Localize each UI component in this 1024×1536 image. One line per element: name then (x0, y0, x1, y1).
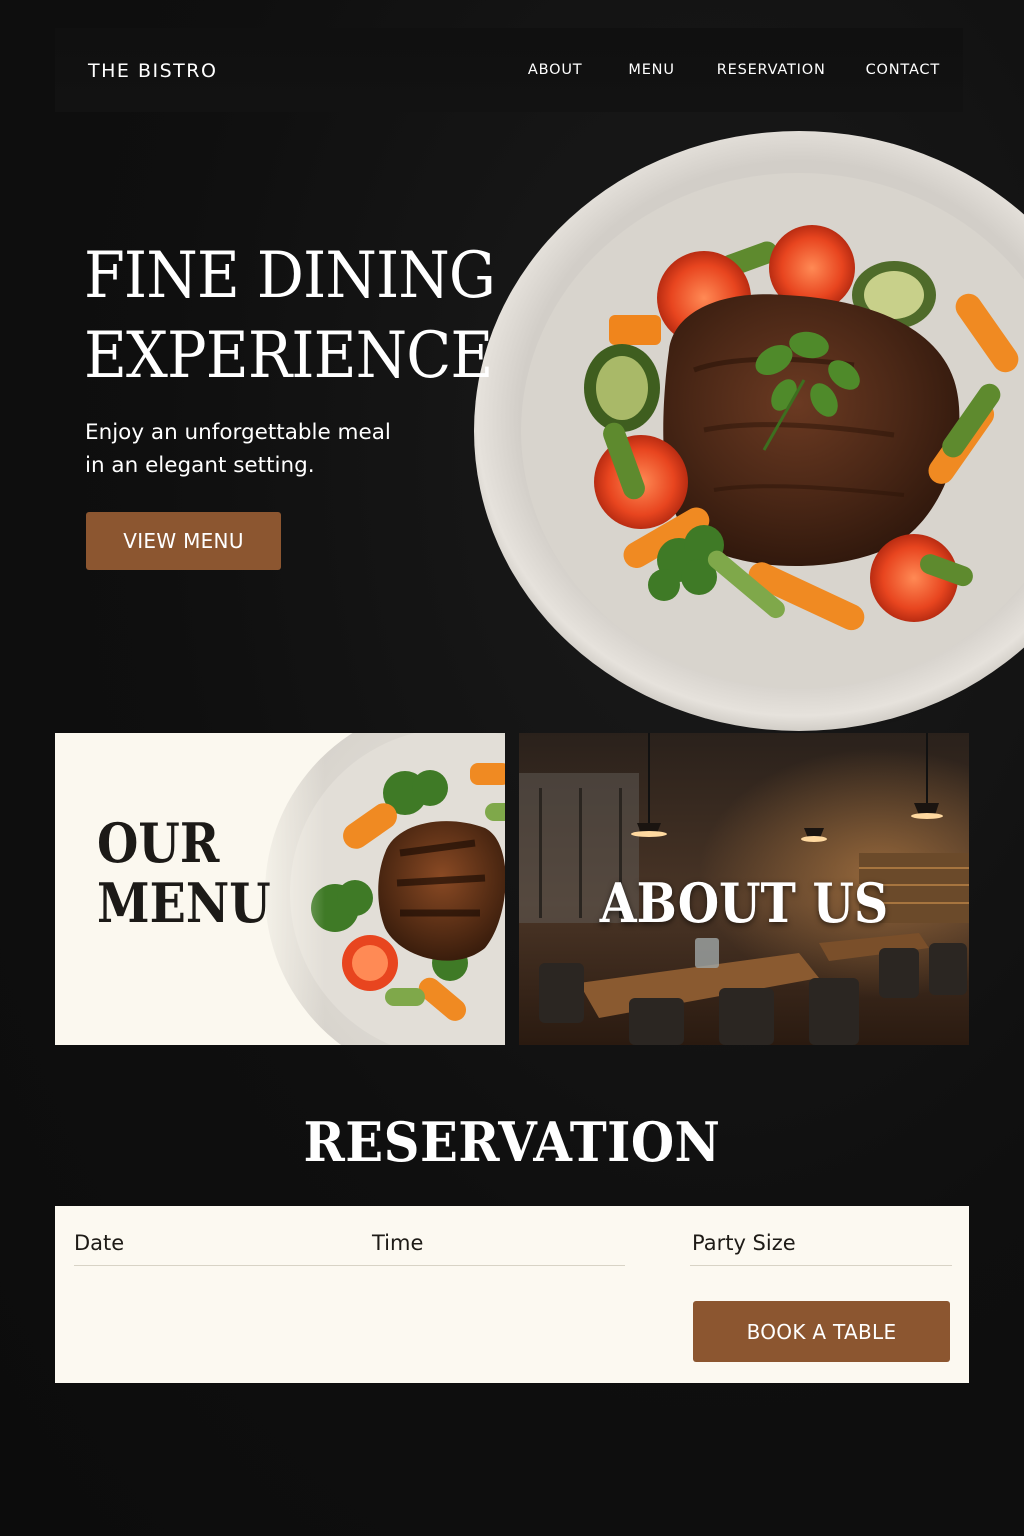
time-label: Time (372, 1231, 424, 1255)
view-menu-button[interactable]: VIEW MENU (86, 512, 281, 570)
party-size-field-underline[interactable] (690, 1265, 952, 1266)
book-table-button[interactable]: BOOK A TABLE (693, 1301, 950, 1362)
hero-title-line1: FINE DINING (84, 239, 496, 313)
our-menu-title-line1: OUR (97, 811, 220, 875)
reservation-title: RESERVATION (303, 1110, 721, 1174)
nav-link-menu[interactable]: MENU (628, 62, 674, 78)
about-us-title: ABOUT US (599, 871, 889, 935)
nav-link-reservation[interactable]: RESERVATION (717, 62, 826, 78)
hero-subtitle-line1: Enjoy an unforgettable meal (85, 420, 391, 445)
our-menu-title-line2: MENU (97, 871, 271, 935)
nav-link-about[interactable]: ABOUT (528, 62, 583, 78)
party-size-label: Party Size (692, 1231, 796, 1255)
our-menu-title: OUR MENU (97, 813, 271, 933)
top-nav: THE BISTRO ABOUT MENU RESERVATION CONTAC… (55, 28, 963, 112)
date-label: Date (74, 1231, 125, 1255)
hero-title: FINE DINING EXPERIENCE (84, 236, 496, 396)
about-us-card[interactable]: ABOUT US (519, 733, 969, 1045)
hero-title-line2: EXPERIENCE (84, 319, 493, 393)
reservation-form: Date Time Party Size BOOK A TABLE (55, 1206, 969, 1383)
hero-subtitle-line2: in an elegant setting. (85, 453, 315, 478)
our-menu-card[interactable]: OUR MENU (55, 733, 505, 1045)
nav-link-contact[interactable]: CONTACT (866, 62, 940, 78)
page: THE BISTRO ABOUT MENU RESERVATION CONTAC… (0, 0, 1024, 1536)
date-time-field-underline[interactable] (74, 1265, 625, 1266)
nav-links: ABOUT MENU RESERVATION CONTACT (528, 62, 940, 78)
hero-dish-image (474, 130, 1024, 740)
brand-logo[interactable]: THE BISTRO (88, 60, 217, 82)
hero-subtitle: Enjoy an unforgettable meal in an elegan… (85, 416, 425, 482)
